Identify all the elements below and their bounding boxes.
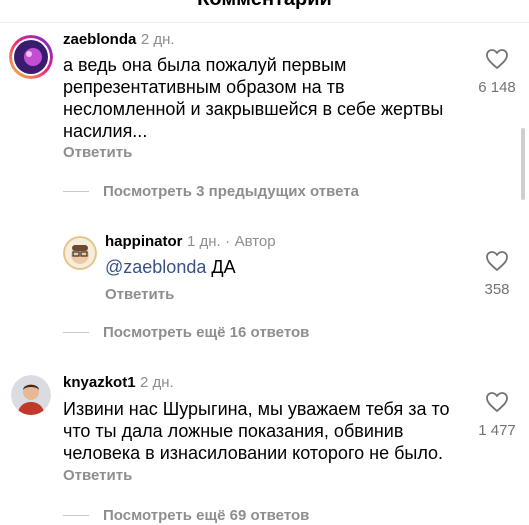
comment-text-line: репрезентативным образом на тв — [63, 77, 345, 97]
avatar[interactable] — [63, 236, 97, 270]
avatar[interactable] — [9, 35, 53, 79]
heart-outline-icon[interactable] — [485, 391, 509, 413]
comment-text-line: несломленной и закрывшейся в себе жертвы — [63, 99, 444, 119]
reply-button[interactable]: Ответить — [105, 286, 174, 303]
view-replies-label: Посмотреть 3 предыдущих ответа — [103, 182, 359, 200]
comment-username[interactable]: zaeblonda — [63, 31, 136, 48]
reply-button[interactable]: Ответить — [63, 144, 132, 161]
comment-text-line: Извини нас Шурыгина, мы уважаем тебя за … — [63, 399, 450, 419]
comment-text-line: что ты дала ложные показания, обвинив — [63, 421, 404, 441]
comment-text-line: а ведь она была пожалуй первым — [63, 55, 347, 75]
heart-outline-icon[interactable] — [485, 250, 509, 272]
comment-time: 2 дн. — [140, 31, 175, 48]
scrollbar[interactable] — [521, 128, 525, 200]
like-count: 6 148 — [478, 79, 516, 96]
comment-text-line: насилия... — [63, 121, 148, 141]
like-count: 1 477 — [478, 422, 516, 439]
comment-username[interactable]: knyazkot1 — [63, 374, 136, 391]
comment-time: 2 дн. — [140, 374, 174, 391]
comment-text-line: человека в изнасиловании которого не был… — [63, 443, 444, 463]
view-replies-button[interactable]: Посмотреть 3 предыдущих ответа — [63, 181, 359, 201]
heart-outline-icon[interactable] — [485, 48, 509, 70]
comment-text: Извини нас Шурыгина, мы уважаем тебя за … — [63, 398, 450, 464]
mention-link[interactable]: @zaeblonda — [105, 257, 206, 277]
meta-separator: · — [225, 233, 231, 250]
comment-text-body: ДА — [211, 257, 236, 277]
view-replies-button[interactable]: Посмотреть ещё 69 ответов — [63, 505, 309, 525]
view-replies-button[interactable]: Посмотреть ещё 16 ответов — [63, 322, 309, 342]
view-replies-label: Посмотреть ещё 16 ответов — [103, 323, 310, 341]
avatar[interactable] — [11, 375, 51, 415]
thread-line — [63, 331, 89, 333]
author-badge: Автор — [234, 233, 276, 250]
page-title: Комментарии — [0, 0, 529, 11]
like-count: 358 — [484, 281, 510, 298]
comment-time: 1 дн. — [186, 233, 221, 250]
header-divider — [0, 22, 529, 23]
comment-text: @zaeblonda ДА — [105, 256, 236, 278]
reply-button[interactable]: Ответить — [63, 467, 132, 484]
thread-line — [63, 190, 89, 192]
avatar-image — [63, 236, 97, 270]
avatar-image — [11, 375, 51, 415]
avatar-image — [9, 35, 53, 79]
comment-username[interactable]: happinator — [105, 233, 183, 250]
thread-line — [63, 514, 89, 516]
view-replies-label: Посмотреть ещё 69 ответов — [103, 506, 310, 524]
comment-text: а ведь она была пожалуй первым репрезент… — [63, 54, 443, 142]
